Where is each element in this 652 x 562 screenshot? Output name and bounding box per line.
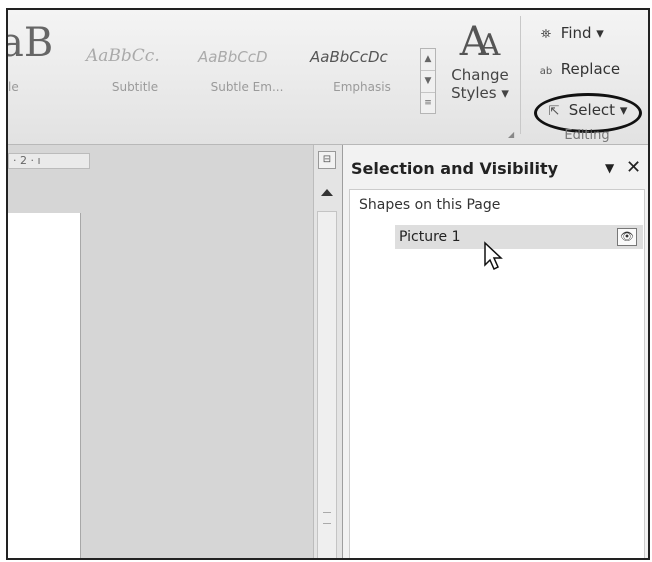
application-window: aB le AaBbCc. Subtitle AaBbCcD Subtle Em… bbox=[6, 8, 650, 560]
style-name: Subtle Em... bbox=[210, 80, 284, 94]
style-name: Subtitle bbox=[111, 80, 159, 94]
visibility-eye-icon[interactable]: 👁 bbox=[617, 228, 637, 246]
style-name: le bbox=[8, 80, 19, 94]
gallery-scroll-up-button[interactable]: ▲ bbox=[421, 49, 435, 71]
quick-styles-gallery: aB le AaBbCc. Subtitle AaBbCcD Subtle Em… bbox=[8, 10, 420, 120]
style-sample: AaBbCc. bbox=[86, 46, 160, 66]
replace-icon: ab bbox=[539, 66, 553, 77]
style-sample: aB bbox=[8, 20, 54, 66]
shape-list-item[interactable]: Picture 1 👁 bbox=[395, 225, 643, 249]
style-item-emphasis[interactable]: AaBbCcDc Emphasis bbox=[310, 24, 414, 114]
change-styles-label-line1: Change bbox=[451, 66, 509, 84]
scroll-up-arrow-icon[interactable] bbox=[321, 189, 333, 196]
horizontal-ruler: · 2 · ı bbox=[8, 153, 90, 169]
find-label: Find ▾ bbox=[560, 24, 604, 42]
ribbon: aB le AaBbCc. Subtitle AaBbCcD Subtle Em… bbox=[8, 10, 648, 145]
ribbon-separator bbox=[520, 16, 521, 134]
style-item-subtle-emphasis[interactable]: AaBbCcD Subtle Em... bbox=[198, 24, 296, 114]
scroll-track[interactable] bbox=[317, 211, 337, 558]
style-item-title[interactable]: aB le bbox=[8, 20, 68, 114]
style-sample: AaBbCcD bbox=[198, 48, 268, 66]
select-highlight-oval bbox=[534, 93, 642, 133]
scroll-grip-icon[interactable] bbox=[323, 512, 331, 524]
editing-group: ⛯ Find ▾ ab Replace ⇱ Select ▾ Editing bbox=[526, 10, 648, 144]
change-styles-icon: AA bbox=[459, 19, 501, 65]
pane-title: Selection and Visibility bbox=[351, 159, 559, 178]
gallery-scroll: ▲ ▼ ≡ bbox=[420, 48, 436, 114]
shape-name: Picture 1 bbox=[399, 229, 461, 245]
document-page[interactable] bbox=[8, 213, 81, 558]
vertical-scrollbar[interactable]: ⊟ bbox=[313, 145, 342, 558]
replace-label: Replace bbox=[560, 60, 621, 78]
selection-pane: Selection and Visibility ▼ ✕ Shapes on t… bbox=[342, 145, 648, 558]
dialog-launcher-icon[interactable]: ◢ bbox=[508, 130, 514, 139]
style-name: Emphasis bbox=[333, 80, 391, 94]
pane-options-dropdown-icon[interactable]: ▼ bbox=[605, 161, 614, 175]
close-icon[interactable]: ✕ bbox=[626, 157, 641, 178]
gallery-scroll-down-button[interactable]: ▼ bbox=[421, 71, 435, 93]
gallery-expand-button[interactable]: ≡ bbox=[421, 93, 435, 114]
view-ruler-button[interactable]: ⊟ bbox=[318, 151, 336, 169]
shapes-on-page-label: Shapes on this Page bbox=[359, 197, 501, 213]
editing-group-label: Editing bbox=[564, 128, 610, 143]
replace-button[interactable]: ab Replace bbox=[536, 60, 620, 78]
document-area[interactable]: · 2 · ı bbox=[8, 145, 313, 558]
change-styles-label-line2: Styles ▾ bbox=[451, 84, 509, 102]
mouse-pointer-icon bbox=[484, 241, 503, 271]
find-button[interactable]: ⛯ Find ▾ bbox=[536, 24, 604, 42]
pane-header: Selection and Visibility ▼ ✕ bbox=[343, 155, 648, 185]
change-styles-button[interactable]: AA Change Styles ▾ bbox=[444, 18, 516, 118]
binoculars-icon: ⛯ bbox=[540, 27, 552, 42]
style-sample: AaBbCcDc bbox=[310, 48, 388, 66]
style-item-subtitle[interactable]: AaBbCc. Subtitle bbox=[86, 24, 184, 114]
